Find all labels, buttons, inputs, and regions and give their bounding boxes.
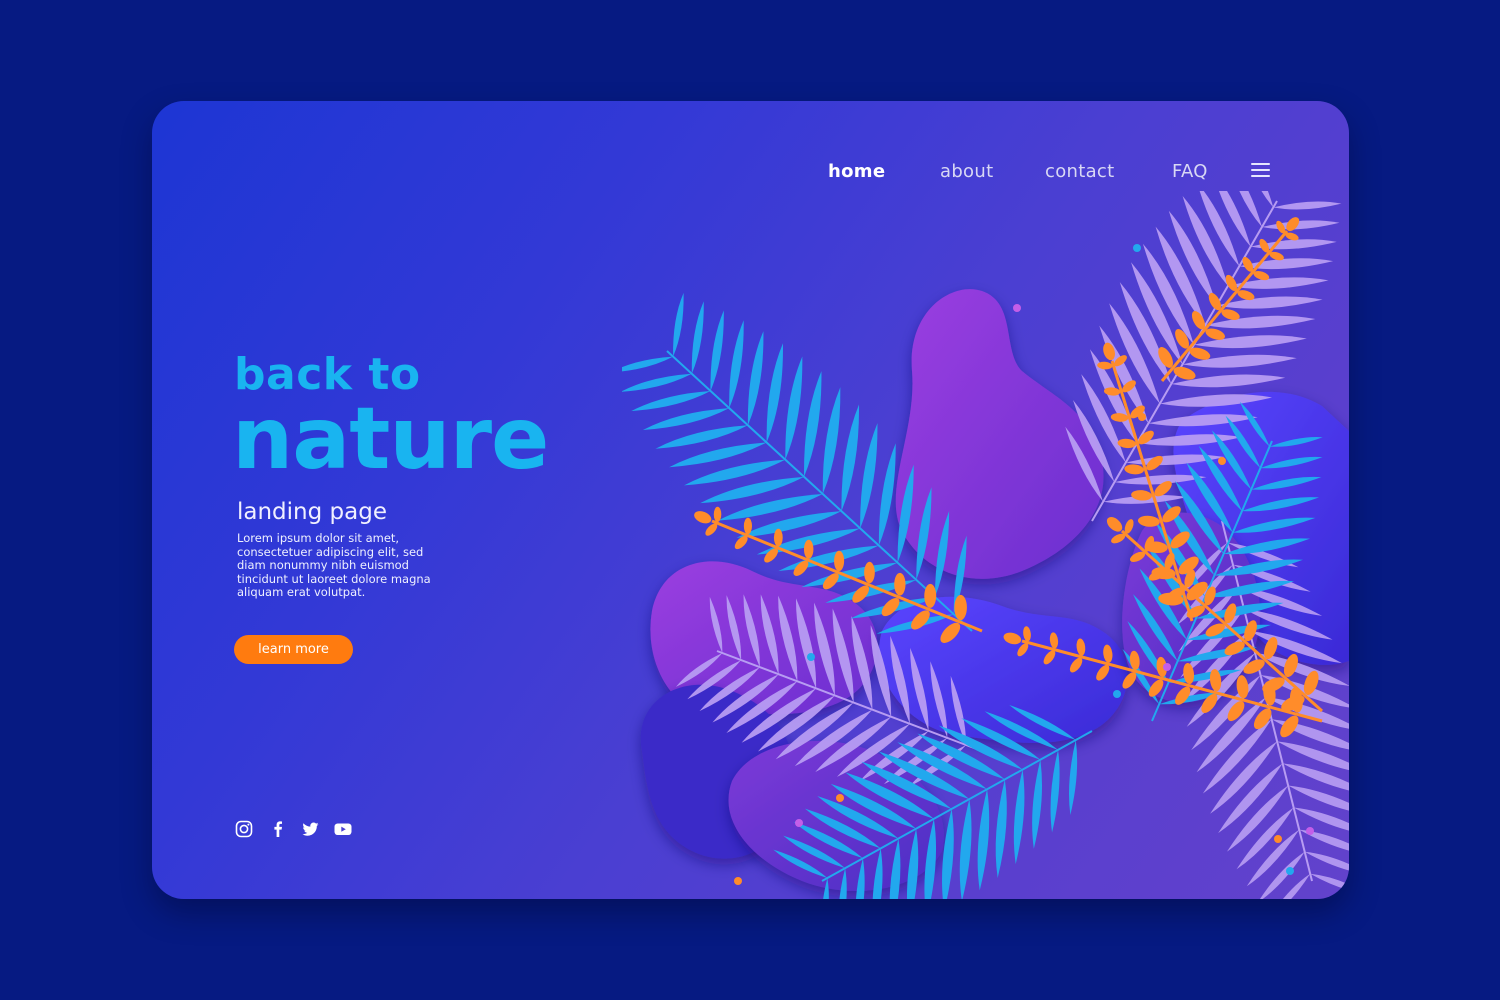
fern-leaflet <box>894 572 906 596</box>
nav-about[interactable]: about <box>940 161 993 182</box>
decor-dot <box>734 877 742 885</box>
landing-page-card: home about contact FAQ back to nature la… <box>152 101 1349 899</box>
nav-contact[interactable]: contact <box>1045 161 1114 182</box>
frond-leaflet <box>1069 740 1078 816</box>
frond-leaflet <box>977 789 990 891</box>
frond-leaflet <box>1032 759 1043 849</box>
frond-leaflet <box>1261 220 1340 230</box>
frond-leaflet <box>822 387 841 494</box>
frond-leaflet <box>710 310 724 391</box>
decor-dot <box>1013 304 1021 312</box>
frond-leaflet <box>1282 763 1349 791</box>
frond-leaflet <box>841 404 860 512</box>
decor-dot <box>1286 867 1294 875</box>
fern-leaflet <box>864 561 875 584</box>
learn-more-button[interactable]: learn more <box>234 635 353 664</box>
decor-dot <box>795 819 803 827</box>
frond-leaflet <box>1236 807 1294 870</box>
frond-leaflet <box>995 779 1007 878</box>
frond-leaflet <box>801 562 898 588</box>
decor-dot <box>1306 827 1314 835</box>
fern-leaflet <box>1124 464 1145 475</box>
frond-leaflet <box>622 373 692 392</box>
frond-leaflet <box>691 301 704 374</box>
hamburger-menu-icon[interactable] <box>1251 163 1271 179</box>
frond-leaflet <box>673 292 684 357</box>
twitter-icon[interactable] <box>301 820 321 840</box>
top-navigation: home about contact FAQ <box>152 161 1349 191</box>
decor-dot <box>1138 413 1146 421</box>
subtitle: landing page <box>237 499 387 525</box>
frond-leaflet <box>785 356 803 460</box>
frond-leaflet <box>1239 258 1334 270</box>
frond-leaflet <box>669 442 767 468</box>
decor-dot <box>807 653 815 661</box>
frond-leaflet <box>729 320 744 409</box>
frond-leaflet <box>959 799 972 899</box>
frond-leaflet <box>747 331 764 426</box>
frond-leaflet <box>878 443 896 546</box>
frond-leaflet <box>1013 769 1025 865</box>
decor-dot <box>1218 457 1226 465</box>
frond-leaflet <box>860 423 878 529</box>
instagram-icon[interactable] <box>235 820 255 840</box>
frond-leaflet <box>1273 201 1342 210</box>
decor-dot <box>1163 663 1171 671</box>
frond-leaflet <box>766 343 783 443</box>
frond-leaflet <box>1050 749 1060 833</box>
frond-leaflet <box>1246 829 1300 887</box>
decor-dot <box>836 794 844 802</box>
frond-leaflet <box>631 390 711 412</box>
frond-leaflet <box>1260 851 1305 899</box>
frond-leaflet <box>1205 315 1316 329</box>
frond-leaflet <box>622 356 674 372</box>
description-text: Lorem ipsum dolor sit amet, consectetuer… <box>237 531 431 600</box>
nav-faq[interactable]: FAQ <box>1172 161 1208 182</box>
youtube-icon[interactable] <box>333 820 353 840</box>
fern-tip <box>694 511 712 524</box>
decor-dot <box>1113 690 1121 698</box>
facebook-icon[interactable] <box>269 820 289 840</box>
frond-leaflet <box>942 809 954 899</box>
frond-leaflet <box>804 371 822 477</box>
frond-leaflet <box>1304 851 1349 871</box>
frond-leaflet <box>1299 829 1349 851</box>
frond-leaflet <box>1288 785 1349 811</box>
headline-nature: nature <box>232 389 549 489</box>
frond-leaflet <box>642 408 730 431</box>
decor-dot <box>1274 835 1282 843</box>
frond-leaflet <box>1310 873 1349 891</box>
tropical-leaves-illustration <box>622 191 1349 899</box>
decor-dot <box>1133 244 1141 252</box>
frond-leaflet <box>655 425 748 449</box>
nav-home[interactable]: home <box>828 161 885 182</box>
